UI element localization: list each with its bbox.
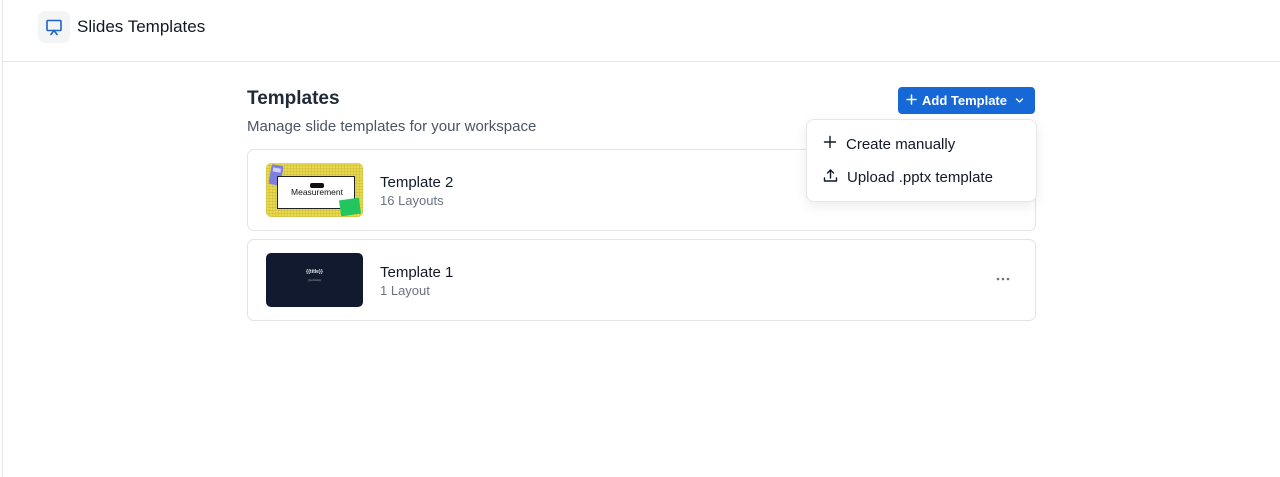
template-name: Template 1 <box>380 264 454 281</box>
menu-item-label: Create manually <box>846 135 956 153</box>
template-layout-count: 16 Layouts <box>380 193 444 208</box>
page-subtitle: Manage slide templates for your workspac… <box>247 118 537 135</box>
app-title: Slides Templates <box>77 17 206 36</box>
plus-icon <box>906 93 917 108</box>
left-divider <box>2 0 3 477</box>
menu-item-create-manually[interactable]: Create manually <box>807 129 1038 159</box>
template-layout-count: 1 Layout <box>380 283 430 298</box>
template-thumbnail: {{title}} {{subtitle}} <box>266 253 363 307</box>
add-template-button[interactable]: Add Template <box>898 87 1035 114</box>
thumbnail-subtitle: {{subtitle}} <box>307 278 322 282</box>
page-title: Templates <box>247 88 340 109</box>
sticky-note-icon <box>338 197 362 217</box>
more-options-button[interactable] <box>994 270 1012 288</box>
presentation-icon <box>38 11 70 43</box>
add-template-menu: Create manually Upload .pptx template <box>806 119 1037 202</box>
more-horizontal-icon <box>996 277 1010 281</box>
menu-item-upload-pptx[interactable]: Upload .pptx template <box>807 162 1038 192</box>
thumbnail-title: {{title}} <box>306 269 323 275</box>
template-thumbnail: Measurement <box>266 163 363 217</box>
plus-icon <box>823 135 837 153</box>
menu-item-label: Upload .pptx template <box>847 168 993 186</box>
template-card[interactable]: {{title}} {{subtitle}} Template 1 1 Layo… <box>247 239 1036 321</box>
chevron-down-icon <box>1015 93 1024 108</box>
add-template-label: Add Template <box>922 93 1007 108</box>
thumbnail-text: Measurement <box>291 187 343 197</box>
top-bar: Slides Templates <box>3 0 1280 62</box>
template-name: Template 2 <box>380 174 454 191</box>
upload-icon <box>823 168 838 187</box>
